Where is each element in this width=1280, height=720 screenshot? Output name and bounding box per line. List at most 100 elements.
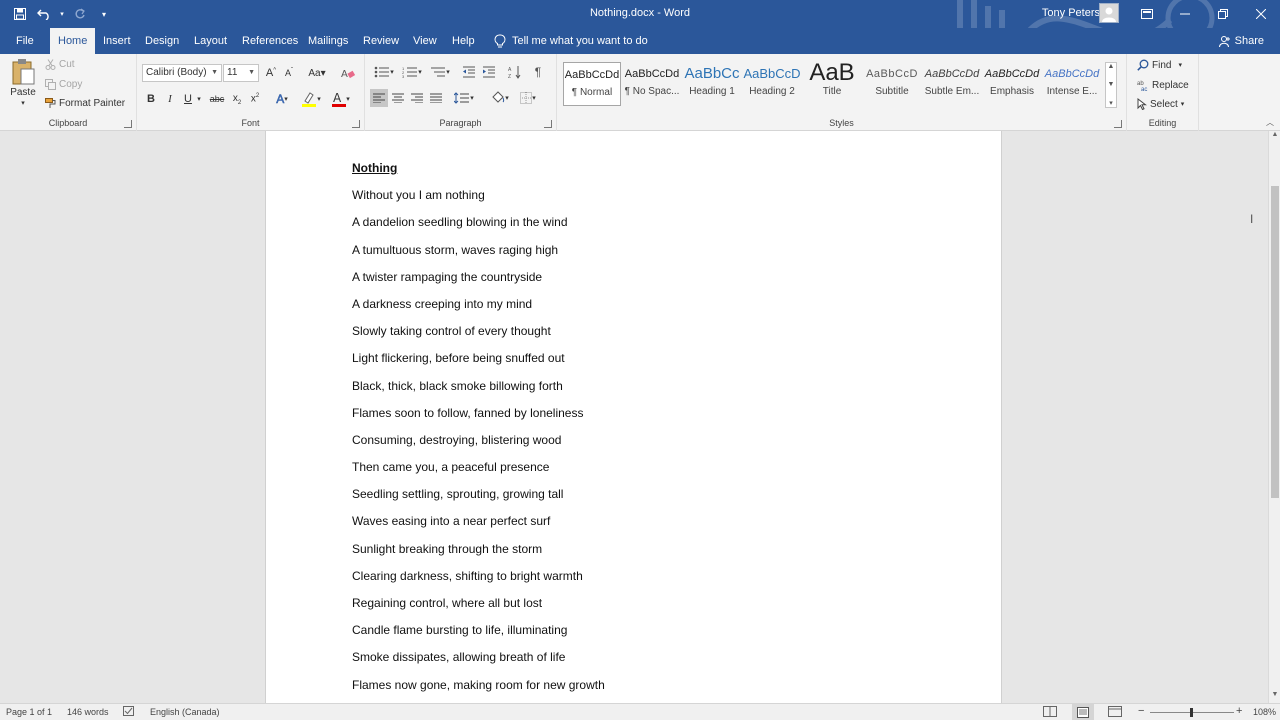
tell-me-search[interactable]: Tell me what you want to do: [494, 28, 648, 54]
grow-font-button[interactable]: A^: [262, 64, 280, 82]
tab-references[interactable]: References: [234, 28, 306, 54]
scroll-down-arrow-icon[interactable]: ▼: [1269, 691, 1280, 703]
bullets-button[interactable]: ▾: [371, 63, 397, 81]
shading-button[interactable]: ▾: [487, 89, 513, 107]
vertical-scrollbar[interactable]: ▲ ▼: [1268, 131, 1280, 703]
avatar[interactable]: [1099, 3, 1119, 23]
justify-button[interactable]: [427, 89, 445, 107]
style-normal[interactable]: AaBbCcDd ¶ Normal: [563, 62, 621, 106]
numbering-button[interactable]: 1 2 3 ▾: [399, 63, 425, 81]
scrollbar-thumb[interactable]: [1271, 186, 1279, 498]
poem-line[interactable]: Black, thick, black smoke billowing fort…: [352, 379, 605, 406]
style-subtitle[interactable]: AaBbCcD Subtitle: [863, 62, 921, 106]
zoom-level[interactable]: 108%: [1253, 707, 1276, 717]
style-no-spacing[interactable]: AaBbCcDd ¶ No Spac...: [623, 62, 681, 106]
collapse-ribbon-button[interactable]: ︿: [1266, 117, 1274, 128]
minimize-button[interactable]: [1166, 0, 1204, 28]
strikethrough-button[interactable]: abc: [208, 90, 226, 108]
tab-layout[interactable]: Layout: [186, 28, 235, 54]
document-body[interactable]: Nothing Without you I am nothing A dandel…: [352, 161, 605, 703]
zoom-in-button[interactable]: +: [1236, 705, 1242, 717]
tab-file[interactable]: File: [8, 28, 42, 54]
tab-view[interactable]: View: [405, 28, 445, 54]
page-count[interactable]: Page 1 of 1: [6, 707, 52, 717]
poem-line[interactable]: A darkness creeping into my mind: [352, 297, 605, 324]
poem-line[interactable]: Slowly taking control of every thought: [352, 324, 605, 351]
tab-home[interactable]: Home: [50, 28, 96, 54]
styles-dialog-launcher[interactable]: [1114, 120, 1122, 128]
align-center-button[interactable]: [389, 89, 407, 107]
replace-button[interactable]: ab ac Replace: [1137, 79, 1189, 92]
paste-button[interactable]: Paste ▾: [8, 58, 38, 107]
style-heading-1[interactable]: AaBbCc Heading 1: [683, 62, 741, 106]
tab-help[interactable]: Help: [444, 28, 483, 54]
document-page[interactable]: Nothing Without you I am nothing A dandel…: [265, 131, 1002, 703]
proofing-button[interactable]: [123, 706, 135, 719]
style-subtle-emphasis[interactable]: AaBbCcDd Subtle Em...: [923, 62, 981, 106]
shrink-font-button[interactable]: Aˇ: [280, 64, 298, 82]
zoom-slider-handle[interactable]: [1190, 708, 1193, 717]
poem-line[interactable]: Seedling settling, sprouting, growing ta…: [352, 487, 605, 514]
font-name-combo[interactable]: Calibri (Body) ▼: [142, 64, 222, 82]
print-layout-button[interactable]: [1072, 704, 1094, 720]
web-layout-button[interactable]: [1108, 706, 1122, 719]
poem-title[interactable]: Nothing: [352, 161, 605, 188]
poem-line[interactable]: Light flickering, before being snuffed o…: [352, 351, 605, 378]
style-heading-2[interactable]: AaBbCcD Heading 2: [743, 62, 801, 106]
scroll-up-arrow-icon[interactable]: ▲: [1269, 131, 1280, 143]
subscript-button[interactable]: x2: [228, 90, 246, 108]
zoom-out-button[interactable]: −: [1138, 705, 1144, 717]
show-formatting-marks-button[interactable]: ¶: [529, 63, 547, 81]
close-button[interactable]: [1242, 0, 1280, 28]
find-button[interactable]: Find ▾: [1137, 59, 1182, 71]
line-spacing-button[interactable]: ▾: [451, 89, 477, 107]
poem-line[interactable]: Flames soon to follow, fanned by lonelin…: [352, 406, 605, 433]
tab-review[interactable]: Review: [355, 28, 407, 54]
style-title[interactable]: AaB Title: [803, 62, 861, 106]
bold-button[interactable]: B: [142, 90, 160, 108]
poem-line[interactable]: Flames now gone, making room for new gro…: [352, 678, 605, 703]
poem-line[interactable]: Waves easing into a near perfect surf: [352, 514, 605, 541]
align-left-button[interactable]: [370, 89, 388, 107]
clear-formatting-button[interactable]: A: [339, 64, 357, 82]
share-button[interactable]: Share: [1218, 28, 1264, 54]
poem-line[interactable]: A twister rampaging the countryside: [352, 270, 605, 297]
sort-button[interactable]: AZ: [506, 63, 524, 81]
superscript-button[interactable]: x2: [246, 90, 264, 108]
language-indicator[interactable]: English (Canada): [150, 707, 220, 717]
poem-line[interactable]: Regaining control, where all but lost: [352, 596, 605, 623]
align-right-button[interactable]: [408, 89, 426, 107]
poem-line[interactable]: Then came you, a peaceful presence: [352, 460, 605, 487]
user-name[interactable]: Tony Peters: [1042, 7, 1100, 19]
word-count[interactable]: 146 words: [67, 707, 109, 717]
ribbon-display-options-button[interactable]: [1128, 0, 1166, 28]
text-effects-button[interactable]: A ▾: [271, 90, 293, 108]
cut-button[interactable]: Cut: [45, 59, 75, 70]
poem-line[interactable]: Candle flame bursting to life, illuminat…: [352, 623, 605, 650]
poem-line[interactable]: A dandelion seedling blowing in the wind: [352, 215, 605, 242]
style-intense-emphasis[interactable]: AaBbCcDd Intense E...: [1043, 62, 1101, 106]
poem-line[interactable]: Clearing darkness, shifting to bright wa…: [352, 569, 605, 596]
copy-button[interactable]: Copy: [45, 79, 82, 90]
poem-line[interactable]: Consuming, destroying, blistering wood: [352, 433, 605, 460]
poem-line[interactable]: Without you I am nothing: [352, 188, 605, 215]
tab-mailings[interactable]: Mailings: [300, 28, 356, 54]
poem-line[interactable]: Smoke dissipates, allowing breath of lif…: [352, 650, 605, 677]
font-dialog-launcher[interactable]: [352, 120, 360, 128]
change-case-button[interactable]: Aa▾: [305, 64, 329, 82]
tab-design[interactable]: Design: [137, 28, 187, 54]
restore-button[interactable]: [1204, 0, 1242, 28]
borders-button[interactable]: ▾: [515, 89, 541, 107]
select-button[interactable]: Select ▾: [1137, 98, 1184, 110]
font-color-button[interactable]: A ▾: [329, 90, 353, 108]
poem-line[interactable]: Sunlight breaking through the storm: [352, 542, 605, 569]
format-painter-button[interactable]: Format Painter: [45, 98, 125, 109]
paragraph-dialog-launcher[interactable]: [544, 120, 552, 128]
multilevel-list-button[interactable]: ▾: [427, 63, 453, 81]
decrease-indent-button[interactable]: [460, 63, 478, 81]
style-emphasis[interactable]: AaBbCcDd Emphasis: [983, 62, 1041, 106]
increase-indent-button[interactable]: [480, 63, 498, 81]
font-size-combo[interactable]: 11 ▼: [223, 64, 259, 82]
highlight-button[interactable]: ▾: [299, 90, 323, 108]
underline-dropdown[interactable]: ▾: [195, 90, 203, 108]
